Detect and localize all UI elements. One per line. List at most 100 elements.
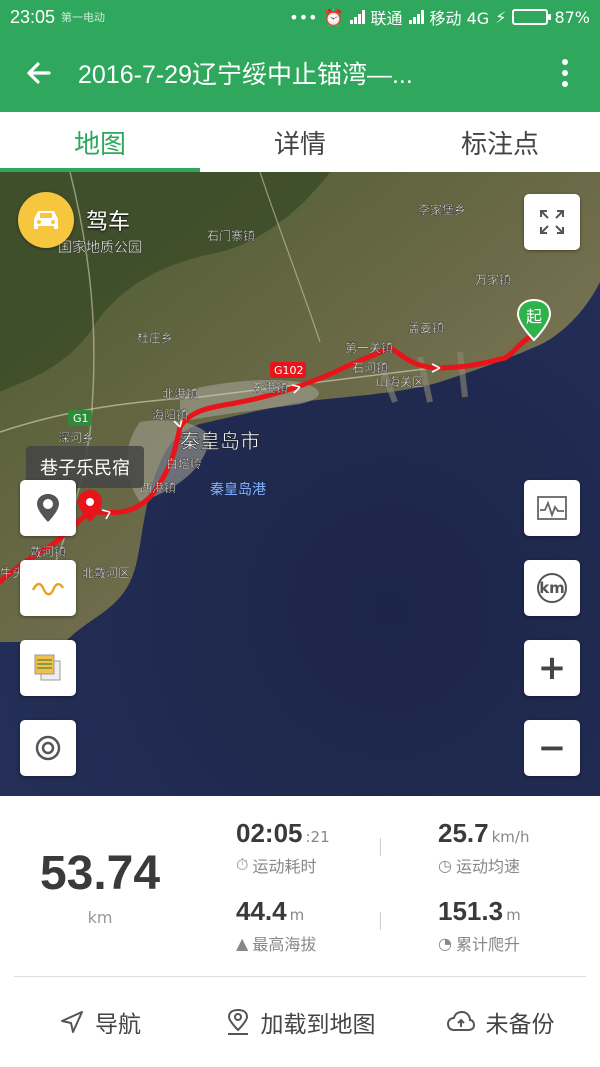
zoom-out-button[interactable]: − <box>524 720 580 776</box>
fullscreen-button[interactable] <box>524 194 580 250</box>
locate-icon <box>35 735 61 761</box>
poi-toggle-button[interactable] <box>20 480 76 536</box>
speed-unit: km/h <box>491 828 530 846</box>
altitude-value: 44.4 <box>236 896 287 926</box>
signal-icon-2 <box>408 10 424 24</box>
drive-mode-toggle[interactable]: 驾车 <box>18 192 130 248</box>
zoom-in-button[interactable]: + <box>524 640 580 696</box>
drive-mode-label: 驾车 <box>86 210 131 235</box>
city-label: 秦皇岛市 <box>180 429 260 453</box>
stats-panel: 53.74 km 02:05:21 ⏱ 运动耗时 25.7 km/h ◷ 运动均速 4… <box>0 796 600 976</box>
km-icon-label: km <box>539 579 565 597</box>
minus-icon: − <box>537 728 567 768</box>
navigate-label: 导航 <box>95 1012 141 1038</box>
climb-icon: ◔ <box>438 933 452 953</box>
menu-dot <box>562 59 568 65</box>
backup-button[interactable]: 未备份 <box>400 977 600 1067</box>
car-icon <box>18 192 74 248</box>
place-label: 山海关区 <box>376 374 424 389</box>
altitude-cell: 44.4 m ▲ 最高海拔 <box>236 896 316 955</box>
locate-button[interactable] <box>20 720 76 776</box>
navigation-arrow-icon <box>61 1011 83 1033</box>
timer-icon: ⏱ <box>236 855 249 874</box>
tab-map[interactable]: 地图 <box>0 112 200 172</box>
backup-label: 未备份 <box>485 1012 555 1038</box>
altitude-unit: m <box>289 906 305 924</box>
load-to-map-button[interactable]: 加载到地图 <box>200 977 400 1067</box>
place-label: 石门寨镇 <box>207 228 255 243</box>
place-label: 杜庄乡 <box>137 330 173 345</box>
elevation-chart-icon <box>537 496 567 520</box>
battery-percent: 87% <box>554 7 590 27</box>
charging-icon: ⚡ <box>495 7 507 27</box>
map-layers-button[interactable] <box>20 640 76 696</box>
duration-cell: 02:05:21 ⏱ 运动耗时 <box>236 818 330 877</box>
duration-label: 运动耗时 <box>252 857 317 876</box>
app-root: 23:05 第一电动 ••• ⏰ 联通 移动 4G ⚡ 87% 2016-7-2… <box>0 0 600 1067</box>
duration-seconds: :21 <box>305 828 330 846</box>
distance-value: 53.74 <box>39 847 161 900</box>
place-label: 孟姜镇 <box>408 321 444 335</box>
place-label: 万家镇 <box>475 272 511 287</box>
battery-icon <box>512 9 552 25</box>
poi-pin-dot <box>86 498 94 506</box>
place-label: 西港镇 <box>140 481 176 495</box>
climb-cell: 151.3 m ◔ 累计爬升 <box>438 896 521 955</box>
wave-line-icon <box>31 582 65 596</box>
bottom-actions: 导航 加载到地图 未备份 <box>0 977 600 1067</box>
map-pin-icon <box>227 1008 248 1035</box>
signal-icon <box>349 10 365 24</box>
port-label: 秦皇岛港 <box>210 482 266 498</box>
mountain-icon: ▲ <box>236 933 249 953</box>
layers-icon <box>34 654 61 681</box>
place-label: 深河乡 <box>58 431 94 445</box>
page-title: 2016-7-29辽宁绥中止锚湾—... <box>78 61 413 89</box>
back-button[interactable] <box>0 34 78 112</box>
menu-dot <box>562 70 568 76</box>
speed-cell: 25.7 km/h ◷ 运动均速 <box>438 818 529 877</box>
road-label-g102: G102 <box>274 364 304 377</box>
place-label: 北港镇 <box>162 387 198 401</box>
cloud-upload-icon <box>446 1010 475 1031</box>
place-label: 东港镇 <box>252 381 288 395</box>
back-arrow-icon <box>27 62 51 84</box>
overflow-menu-button[interactable] <box>530 34 600 112</box>
status-bar: 23:05 第一电动 ••• ⏰ 联通 移动 4G ⚡ 87% <box>0 0 600 34</box>
start-marker[interactable]: 起 <box>516 298 552 346</box>
track-style-button[interactable] <box>20 560 76 616</box>
place-label: 海阳镇 <box>152 407 188 422</box>
status-right: ••• ⏰ 联通 移动 4G ⚡ 87% <box>289 5 590 29</box>
location-pin-icon <box>37 494 59 522</box>
plus-icon: + <box>537 648 567 688</box>
stats-divider <box>380 838 381 856</box>
speed-label: 运动均速 <box>455 857 520 876</box>
place-label: 北戴河区 <box>82 565 130 580</box>
more-dots-icon: ••• <box>289 7 318 27</box>
tab-markers[interactable]: 标注点 <box>400 112 600 172</box>
app-bar: 2016-7-29辽宁绥中止锚湾—... <box>0 34 600 112</box>
navigate-button[interactable]: 导航 <box>0 977 200 1067</box>
status-watermark: 第一电动 <box>61 11 106 24</box>
km-marker-button[interactable]: km <box>524 560 580 616</box>
speed-value: 25.7 <box>438 818 489 848</box>
fullscreen-icon <box>540 210 564 234</box>
place-label: 李家堡乡 <box>418 202 466 217</box>
elevation-chart-button[interactable] <box>524 480 580 536</box>
tab-bar: 地图 详情 标注点 <box>0 112 600 172</box>
duration-value: 02:05 <box>236 818 303 848</box>
tab-details[interactable]: 详情 <box>200 112 400 172</box>
map-view[interactable]: 李家堡乡 石门寨镇 万家镇 杜庄乡 孟姜镇 第一关镇 石河镇 山海关区 北港镇 … <box>0 172 600 796</box>
place-label: 第一关镇 <box>345 341 393 355</box>
speedometer-icon: ◷ <box>438 855 452 875</box>
climb-value: 151.3 <box>438 896 504 926</box>
carrier1-label: 联通 <box>370 9 403 28</box>
place-label: 戴河镇 <box>30 544 66 559</box>
climb-unit: m <box>506 906 521 924</box>
road-label-g1: G1 <box>73 412 89 425</box>
start-label: 起 <box>525 307 542 326</box>
stats-divider <box>380 912 381 930</box>
carrier2-label: 移动 4G <box>429 9 490 28</box>
climb-label: 累计爬升 <box>455 935 520 954</box>
load-to-map-label: 加载到地图 <box>260 1012 376 1038</box>
status-time: 23:05 <box>10 6 56 27</box>
